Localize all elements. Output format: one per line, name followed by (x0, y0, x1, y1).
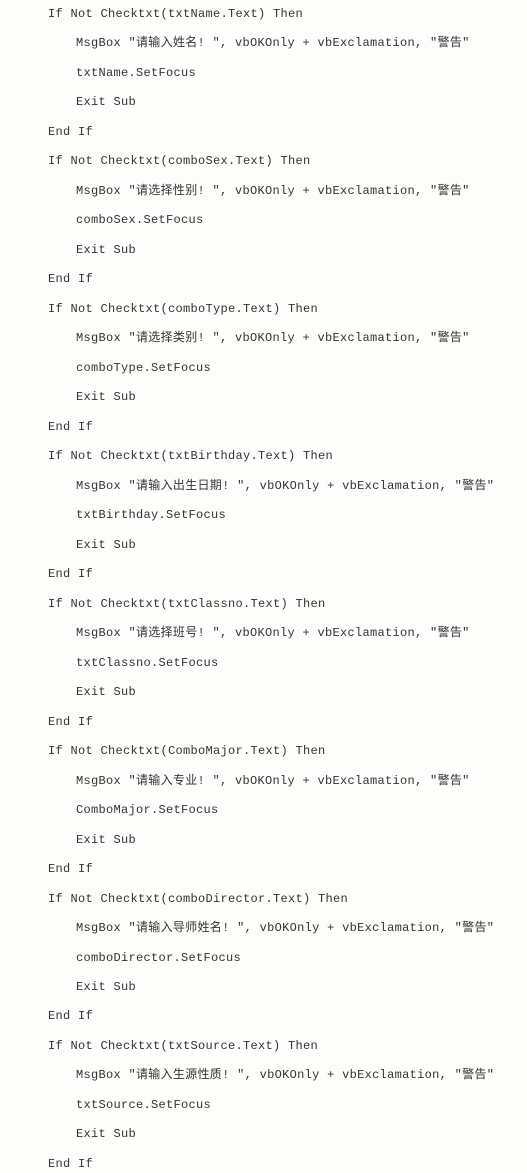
code-line-setfocus: ComboMajor.SetFocus (48, 802, 527, 819)
code-line-if: If Not Checktxt(ComboMajor.Text) Then (48, 743, 527, 760)
code-line-if: If Not Checktxt(comboType.Text) Then (48, 301, 527, 318)
code-line-if: If Not Checktxt(txtName.Text) Then (48, 6, 527, 23)
code-line-msgbox: MsgBox "请输入姓名! ", vbOKOnly + vbExclamati… (48, 35, 527, 52)
code-line-setfocus: txtBirthday.SetFocus (48, 507, 527, 524)
code-line-exit: Exit Sub (48, 94, 527, 111)
code-line-exit: Exit Sub (48, 389, 527, 406)
code-line-exit: Exit Sub (48, 242, 527, 259)
code-line-endif: End If (48, 1156, 527, 1173)
code-line-msgbox: MsgBox "请选择性别! ", vbOKOnly + vbExclamati… (48, 183, 527, 200)
code-line-endif: End If (48, 124, 527, 141)
code-line-setfocus: comboType.SetFocus (48, 360, 527, 377)
code-line-setfocus: comboSex.SetFocus (48, 212, 527, 229)
code-line-exit: Exit Sub (48, 832, 527, 849)
code-line-setfocus: txtName.SetFocus (48, 65, 527, 82)
code-line-msgbox: MsgBox "请输入专业! ", vbOKOnly + vbExclamati… (48, 773, 527, 790)
code-line-exit: Exit Sub (48, 979, 527, 996)
code-line-exit: Exit Sub (48, 1126, 527, 1143)
code-line-endif: End If (48, 861, 527, 878)
code-line-msgbox: MsgBox "请输入导师姓名! ", vbOKOnly + vbExclama… (48, 920, 527, 937)
code-line-if: If Not Checktxt(txtSource.Text) Then (48, 1038, 527, 1055)
code-line-endif: End If (48, 566, 527, 583)
code-line-msgbox: MsgBox "请输入出生日期! ", vbOKOnly + vbExclama… (48, 478, 527, 495)
code-line-endif: End If (48, 419, 527, 436)
code-line-setfocus: txtClassno.SetFocus (48, 655, 527, 672)
code-line-exit: Exit Sub (48, 684, 527, 701)
code-line-endif: End If (48, 1008, 527, 1025)
code-line-if: If Not Checktxt(txtBirthday.Text) Then (48, 448, 527, 465)
code-line-setfocus: txtSource.SetFocus (48, 1097, 527, 1114)
code-line-msgbox: MsgBox "请选择班号! ", vbOKOnly + vbExclamati… (48, 625, 527, 642)
code-line-setfocus: comboDirector.SetFocus (48, 950, 527, 967)
code-line-if: If Not Checktxt(comboDirector.Text) Then (48, 891, 527, 908)
code-line-if: If Not Checktxt(comboSex.Text) Then (48, 153, 527, 170)
code-line-msgbox: MsgBox "请输入生源性质! ", vbOKOnly + vbExclama… (48, 1067, 527, 1084)
code-line-endif: End If (48, 714, 527, 731)
code-listing: If Not Checktxt(txtName.Text) Then MsgBo… (48, 6, 527, 1173)
code-line-if: If Not Checktxt(txtClassno.Text) Then (48, 596, 527, 613)
code-line-exit: Exit Sub (48, 537, 527, 554)
code-line-endif: End If (48, 271, 527, 288)
code-line-msgbox: MsgBox "请选择类别! ", vbOKOnly + vbExclamati… (48, 330, 527, 347)
